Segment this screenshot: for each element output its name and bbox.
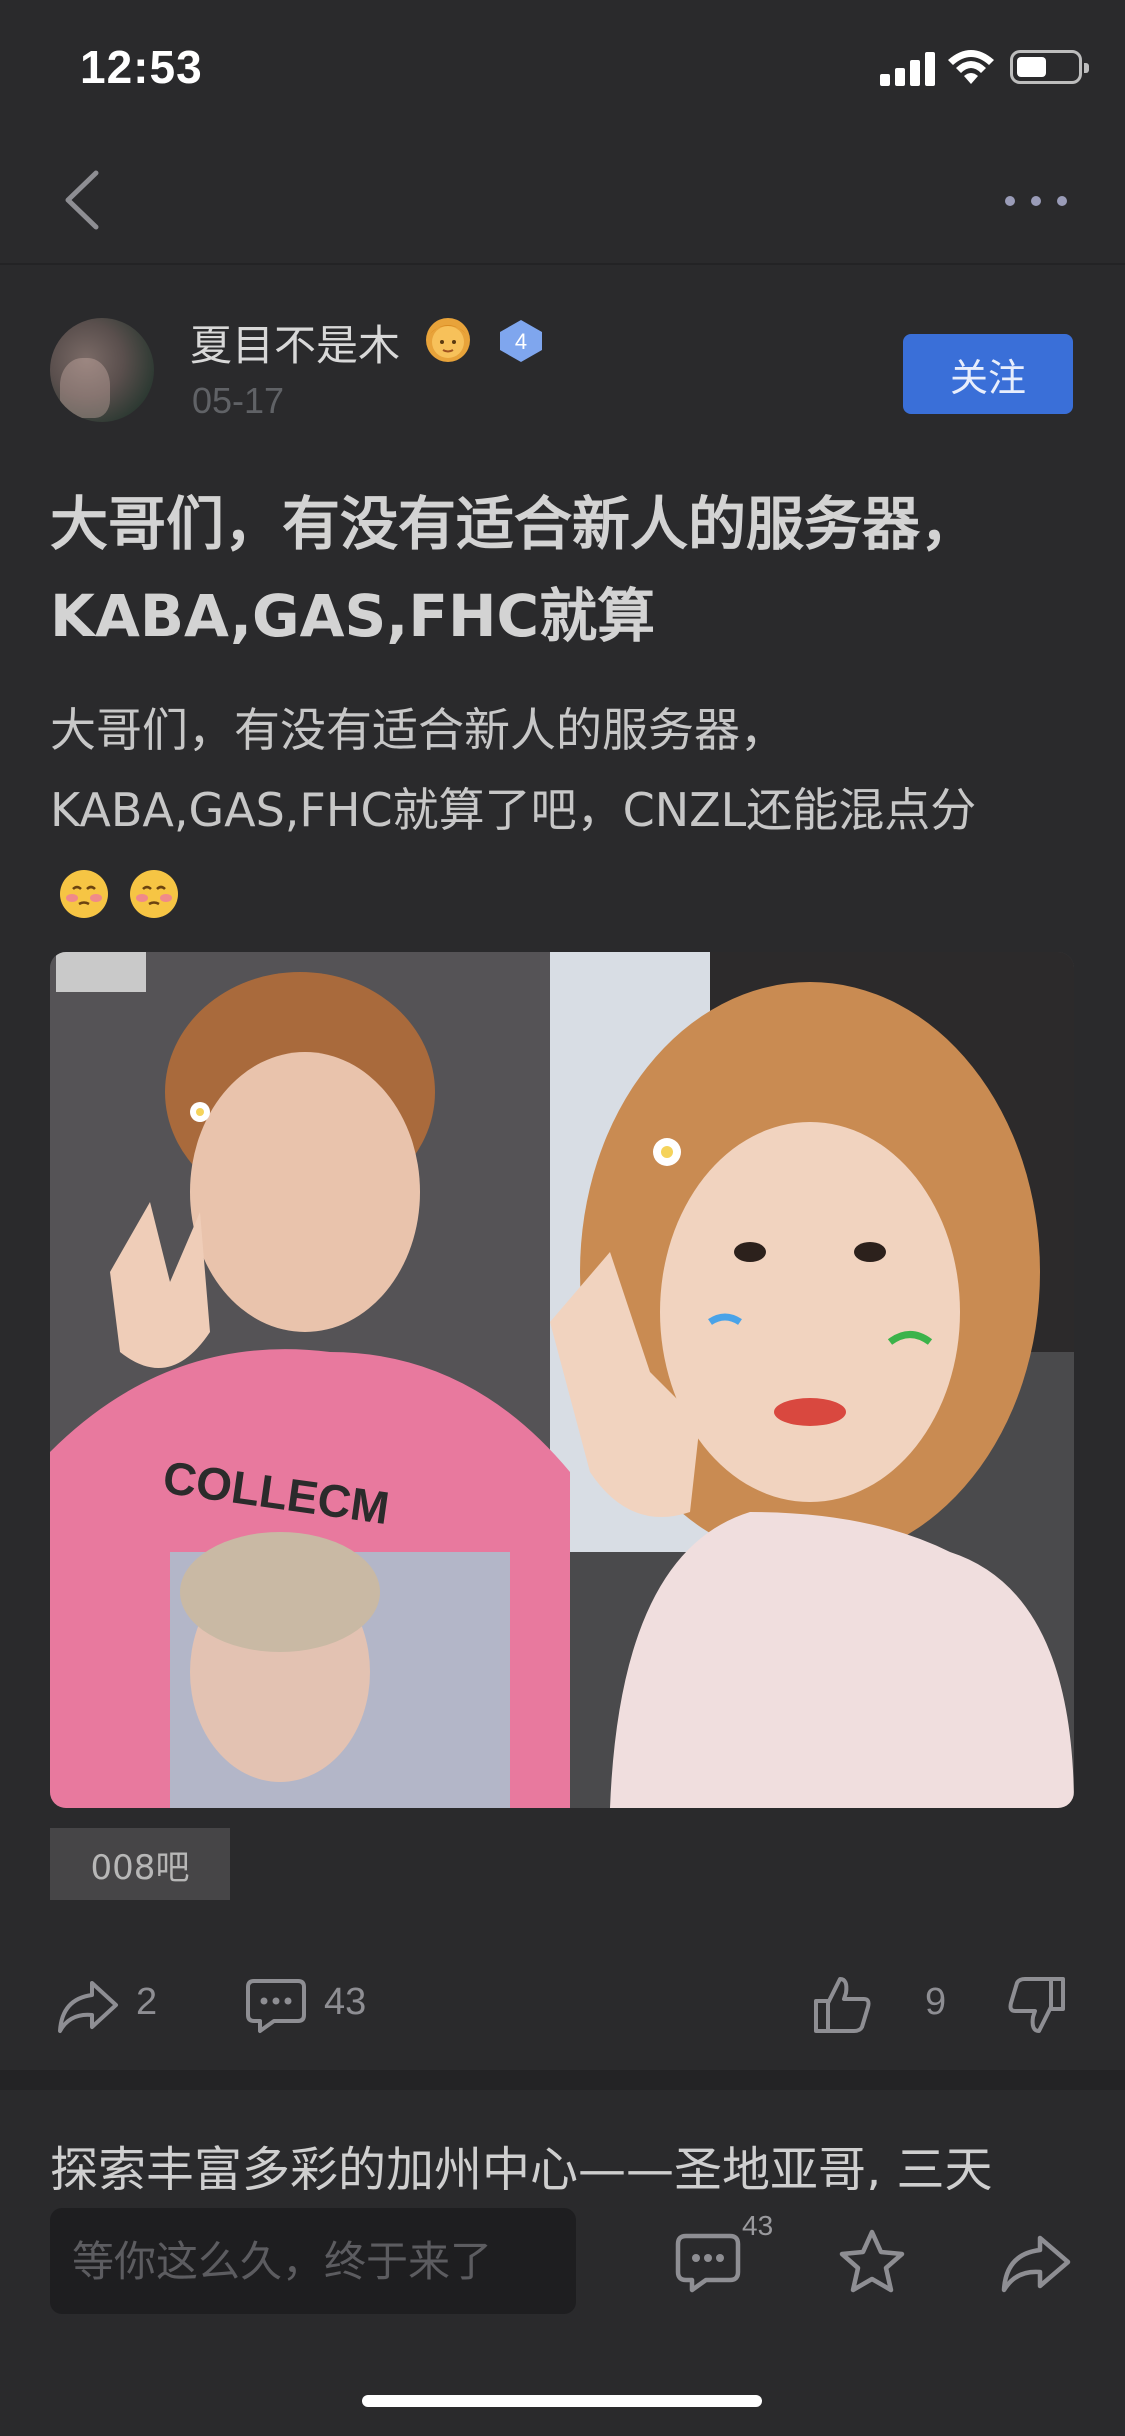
share-icon[interactable] — [56, 1973, 120, 2037]
post-body: 大哥们，有没有适合新人的服务器，KABA,GAS,FHC就算了吧，CNZL还能混… — [50, 703, 977, 837]
like-count: 9 — [925, 1981, 947, 2023]
comment-badge: 43 — [742, 2210, 774, 2241]
cellular-signal-icon — [880, 52, 936, 86]
level-number: 4 — [515, 329, 527, 354]
section-divider — [0, 2070, 1125, 2090]
post-title: 大哥们，有没有适合新人的服务器，KABA,GAS,FHC就算 — [50, 490, 979, 650]
follow-button[interactable]: 关注 — [903, 334, 1073, 414]
status-bar: 12:53 — [0, 0, 1125, 135]
back-icon[interactable] — [60, 167, 104, 233]
star-icon[interactable] — [836, 2226, 908, 2298]
girl-emoji-icon — [426, 318, 470, 362]
nav-bar — [0, 135, 1125, 265]
author-avatar[interactable] — [50, 318, 154, 422]
more-icon[interactable] — [1005, 193, 1069, 209]
home-indicator — [362, 2395, 762, 2407]
author-name[interactable]: 夏目不是木 — [190, 312, 400, 373]
dislike-icon[interactable] — [1005, 1973, 1069, 2037]
share-icon[interactable] — [1000, 2226, 1072, 2298]
post-photo[interactable]: COLLECM — [50, 952, 1074, 1808]
comment-icon[interactable] — [244, 1973, 308, 2037]
level-badge: 4 — [496, 318, 546, 364]
post-actions: 2 43 9 — [0, 1955, 1125, 2065]
battery-level — [1017, 57, 1046, 77]
like-icon[interactable] — [810, 1973, 874, 2037]
post-date: 05-17 — [192, 380, 285, 421]
blushing-face-emoji-icon — [60, 870, 108, 918]
share-count: 2 — [136, 1981, 158, 2023]
comment-count: 43 — [324, 1981, 367, 2023]
battery-icon — [1010, 50, 1089, 84]
status-time: 12:53 — [80, 41, 203, 93]
comment-input[interactable] — [50, 2208, 576, 2314]
comment-icon[interactable] — [672, 2226, 744, 2298]
blushing-face-emoji-icon — [130, 870, 178, 918]
forum-tag[interactable]: 008吧 — [50, 1828, 230, 1900]
wifi-icon — [948, 50, 994, 84]
